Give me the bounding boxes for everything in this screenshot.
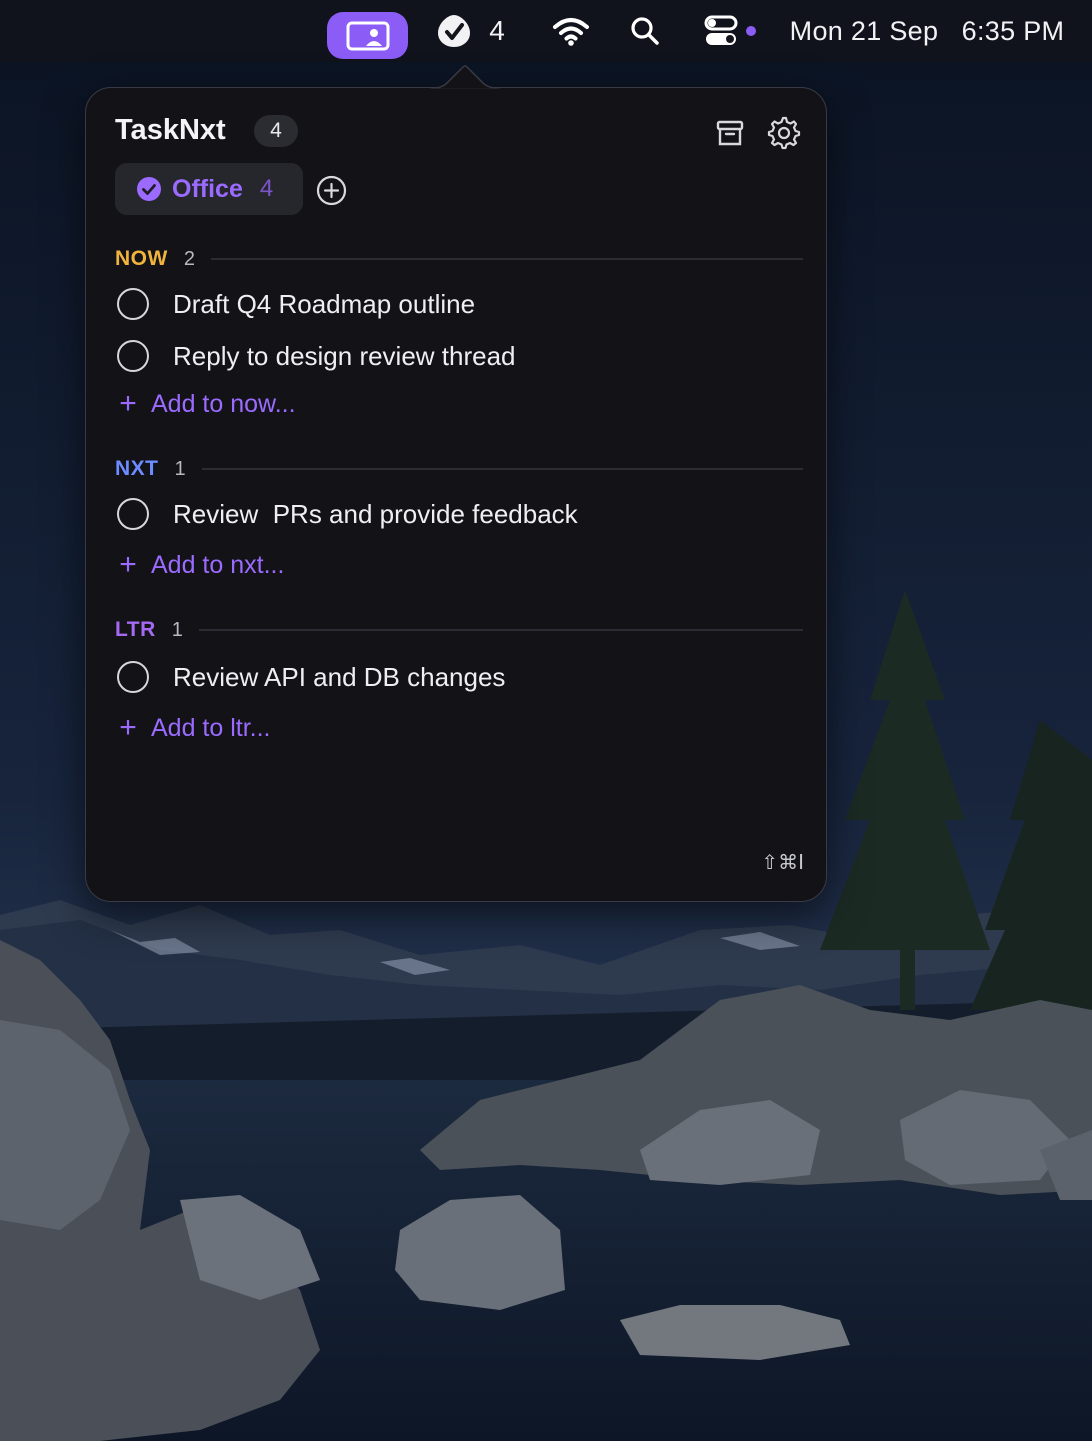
add-task-label: Add to nxt... <box>151 550 285 579</box>
section-label: LTR <box>115 618 156 641</box>
list-tab-office[interactable]: Office 4 <box>115 163 303 215</box>
section-divider <box>201 468 803 470</box>
screen-person-icon <box>346 21 389 50</box>
task-title: Reply to design review thread <box>173 340 516 371</box>
task-item[interactable]: Review PRs and provide feedback <box>115 494 803 534</box>
title-count-badge: 4 <box>254 115 298 147</box>
task-item[interactable]: Review API and DB changes <box>115 657 803 697</box>
task-item[interactable]: Reply to design review thread <box>115 336 803 376</box>
plus-icon: + <box>119 711 137 744</box>
archive-icon[interactable] <box>713 116 747 150</box>
section-label: NXT <box>115 457 159 480</box>
menubar-task-count: 4 <box>489 15 505 46</box>
tasknxt-logo-icon <box>438 15 470 47</box>
check-circle-icon <box>137 177 161 201</box>
section-label: NOW <box>115 247 168 270</box>
section-divider <box>198 629 803 631</box>
control-center-icon[interactable] <box>700 0 760 62</box>
task-checkbox[interactable] <box>117 288 149 320</box>
add-to-nxt-button[interactable]: + Add to nxt... <box>115 547 284 583</box>
screen-share-button[interactable] <box>327 12 408 59</box>
add-to-ltr-button[interactable]: + Add to ltr... <box>115 710 271 746</box>
section-count: 1 <box>174 457 186 480</box>
section-header-nxt: NXT 1 <box>115 454 803 484</box>
section-count: 2 <box>183 247 195 270</box>
plus-icon: + <box>119 387 137 420</box>
section-header-ltr: LTR 1 <box>115 615 803 645</box>
plus-icon: + <box>119 548 137 581</box>
task-checkbox[interactable] <box>117 340 149 372</box>
gear-icon[interactable] <box>766 115 802 151</box>
tasknxt-menu-button[interactable] <box>434 0 474 62</box>
task-title: Review PRs and provide feedback <box>173 498 578 529</box>
add-task-label: Add to now... <box>151 389 296 418</box>
search-icon[interactable] <box>627 0 663 62</box>
menu-bar: 4 Mon 21 Sep 6:35 PM <box>0 0 1092 62</box>
app-title: TaskNxt <box>115 114 226 146</box>
list-tab-count: 4 <box>259 175 274 202</box>
section-header-now: NOW 2 <box>115 244 803 274</box>
task-checkbox[interactable] <box>117 498 149 530</box>
section-divider <box>210 258 803 260</box>
keyboard-shortcut-hint: ⇧⌘I <box>761 850 804 874</box>
wifi-icon[interactable] <box>550 0 592 62</box>
task-title: Draft Q4 Roadmap outline <box>173 288 476 319</box>
task-item[interactable]: Draft Q4 Roadmap outline <box>115 284 803 324</box>
popover-arrow <box>427 65 502 93</box>
task-checkbox[interactable] <box>117 661 149 693</box>
plus-circle-icon[interactable] <box>315 174 348 207</box>
task-title: Review API and DB changes <box>173 661 506 692</box>
menubar-clock[interactable]: Mon 21 Sep 6:35 PM <box>786 0 1068 62</box>
list-tab-name: Office <box>172 174 243 203</box>
section-count: 1 <box>171 618 183 641</box>
add-task-label: Add to ltr... <box>151 713 271 742</box>
add-to-now-button[interactable]: + Add to now... <box>115 386 296 422</box>
tasknxt-popover: TaskNxt 4 Office 4 NOW 2 Draft Q4 Roadma… <box>85 65 827 902</box>
